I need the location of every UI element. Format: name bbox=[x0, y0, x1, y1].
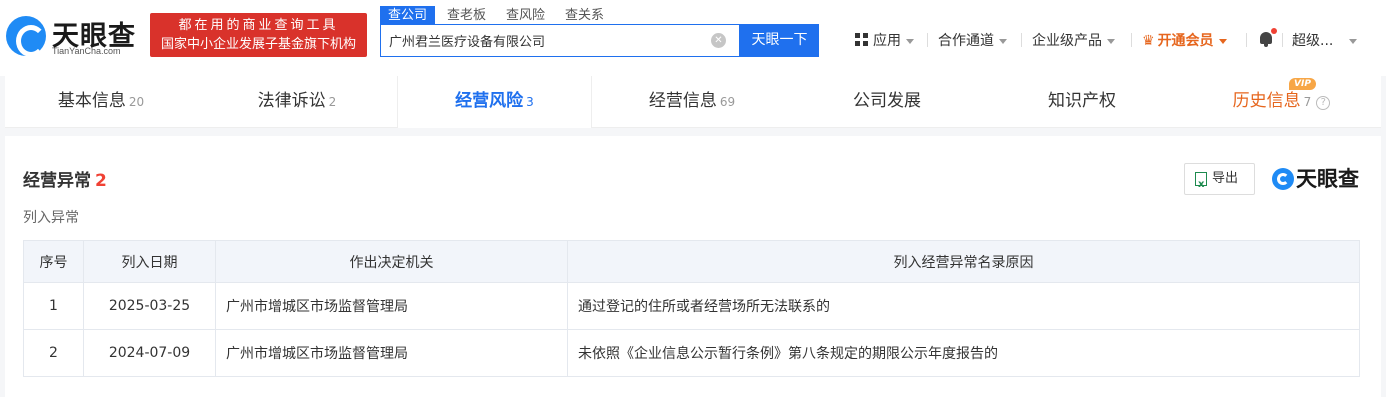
column-header-date: 列入日期 bbox=[83, 240, 216, 283]
export-label: 导出 bbox=[1212, 171, 1239, 186]
logo-icon bbox=[1272, 168, 1294, 190]
tab-basic-info[interactable]: 基本信息 20 bbox=[5, 76, 197, 128]
nav-channels[interactable]: 合作通道 bbox=[938, 30, 1007, 50]
tab-label: 知识产权 bbox=[1048, 91, 1116, 111]
abnormal-list-table: 序号 列入日期 作出决定机关 列入经营异常名录原因 1 2025-03-25 广… bbox=[23, 240, 1360, 377]
nav-enterprise[interactable]: 企业级产品 bbox=[1032, 30, 1115, 50]
tab-count: 3 bbox=[526, 95, 534, 109]
nav-divider bbox=[927, 33, 928, 47]
tab-label: 历史信息 bbox=[1232, 91, 1301, 111]
chevron-down-icon bbox=[1107, 38, 1115, 44]
tab-label: 经营风险 bbox=[455, 91, 524, 111]
section-count: 2 bbox=[95, 171, 107, 191]
abnormal-operation-section: 经营异常2 导出 天眼查 列入异常 序号 列入日期 作出决定机关 列入经营异常名… bbox=[5, 136, 1381, 397]
company-section-tabs: 基本信息 20 法律诉讼 2 经营风险 3 经营信息 69 公司发展 知识产权 历史信息… bbox=[5, 76, 1381, 128]
promo-line-1: 都在用的商业查询工具 bbox=[178, 18, 339, 33]
search-tab-boss[interactable]: 查老板 bbox=[439, 6, 494, 25]
chevron-down-icon bbox=[999, 38, 1007, 44]
row-index: 1 bbox=[23, 282, 84, 330]
row-authority: 广州市增城区市场监督管理局 bbox=[215, 329, 568, 377]
section-subtitle: 列入异常 bbox=[23, 210, 79, 226]
column-header-reason: 列入经营异常名录原因 bbox=[567, 240, 1360, 283]
chevron-down-icon bbox=[906, 38, 914, 44]
row-date: 2025-03-25 bbox=[83, 282, 216, 330]
promo-line-2: 国家中小企业发展子基金旗下机构 bbox=[160, 37, 356, 52]
nav-vip-label: 开通会员 bbox=[1157, 33, 1214, 49]
search-tab-risk[interactable]: 查风险 bbox=[498, 6, 553, 25]
row-date: 2024-07-09 bbox=[83, 329, 216, 377]
search-tab-company[interactable]: 查公司 bbox=[380, 6, 436, 25]
vip-badge: VIP bbox=[1289, 78, 1316, 90]
column-header-index: 序号 bbox=[23, 240, 84, 283]
search-type-tabs: 查公司 查老板 查风险 查关系 bbox=[380, 4, 616, 25]
tab-count: 69 bbox=[719, 95, 736, 109]
row-reason: 通过登记的住所或者经营场所无法联系的 bbox=[567, 282, 1360, 330]
tab-history[interactable]: 历史信息 7? VIP bbox=[1182, 76, 1381, 128]
tab-label: 公司发展 bbox=[853, 91, 921, 111]
section-title-text: 经营异常 bbox=[23, 171, 91, 191]
notification-bell-icon[interactable] bbox=[1257, 28, 1277, 48]
tab-label: 法律诉讼 bbox=[257, 91, 326, 111]
search-tab-relation[interactable]: 查关系 bbox=[557, 6, 612, 25]
watermark-logo: 天眼查 bbox=[1272, 163, 1359, 193]
clear-icon[interactable]: ✕ bbox=[711, 33, 726, 48]
tab-count: 20 bbox=[128, 95, 145, 109]
grid-icon bbox=[855, 33, 868, 46]
help-icon[interactable]: ? bbox=[1316, 96, 1331, 110]
tab-legal[interactable]: 法律诉讼 2 bbox=[197, 76, 397, 128]
section-title: 经营异常 2 bbox=[23, 166, 107, 191]
nav-enterprise-label: 企业级产品 bbox=[1032, 33, 1102, 49]
table-row: 1 2025-03-25 广州市增城区市场监督管理局 通过登记的住所或者经营场所… bbox=[23, 282, 1360, 330]
nav-apps-label: 应用 bbox=[873, 33, 901, 49]
crown-icon: ♛ bbox=[1142, 33, 1155, 49]
watermark-text: 天眼查 bbox=[1296, 167, 1359, 191]
row-reason: 未依照《企业信息公示暂行条例》第八条规定的期限公示年度报告的 bbox=[567, 329, 1360, 377]
tab-count: 2 bbox=[328, 95, 337, 109]
excel-icon bbox=[1195, 170, 1207, 200]
nav-divider bbox=[1021, 33, 1022, 47]
notification-dot bbox=[1271, 28, 1277, 34]
tab-business-info[interactable]: 经营信息 69 bbox=[592, 76, 792, 128]
nav-divider bbox=[1131, 33, 1132, 47]
site-logo[interactable]: 天眼查 TianYanCha.com bbox=[4, 10, 146, 62]
row-authority: 广州市增城区市场监督管理局 bbox=[215, 282, 568, 330]
table-header-row: 序号 列入日期 作出决定机关 列入经营异常名录原因 bbox=[23, 240, 1360, 283]
tab-company-development[interactable]: 公司发展 bbox=[792, 76, 982, 128]
row-index: 2 bbox=[23, 329, 84, 377]
tab-label: 经营信息 bbox=[648, 91, 717, 111]
search-button[interactable]: 天眼一下 bbox=[740, 24, 819, 57]
search-box: ✕ bbox=[380, 24, 740, 57]
top-bar: 天眼查 TianYanCha.com 都在用的商业查询工具 国家中小企业发展子基… bbox=[0, 0, 1386, 76]
export-button[interactable]: 导出 bbox=[1184, 163, 1255, 200]
user-name: 超级... bbox=[1292, 33, 1334, 49]
chevron-down-icon bbox=[1349, 38, 1358, 44]
column-header-authority: 作出决定机关 bbox=[215, 240, 568, 283]
tab-count: 7 bbox=[1303, 95, 1312, 109]
chevron-down-icon bbox=[1218, 38, 1227, 44]
table-row: 2 2024-07-09 广州市增城区市场监督管理局 未依照《企业信息公示暂行条… bbox=[23, 329, 1360, 377]
tab-intellectual-property[interactable]: 知识产权 bbox=[982, 76, 1182, 128]
nav-divider bbox=[1246, 33, 1247, 47]
logo-domain: TianYanCha.com bbox=[52, 46, 121, 56]
nav-channels-label: 合作通道 bbox=[938, 33, 994, 49]
search-input[interactable] bbox=[389, 25, 709, 56]
tab-operational-risk[interactable]: 经营风险 3 bbox=[397, 76, 592, 128]
nav-vip[interactable]: ♛ 开通会员 bbox=[1142, 30, 1227, 50]
tab-label: 基本信息 bbox=[57, 91, 126, 111]
promo-banner[interactable]: 都在用的商业查询工具 国家中小企业发展子基金旗下机构 bbox=[150, 13, 367, 57]
nav-divider bbox=[1282, 33, 1283, 47]
user-menu[interactable]: 超级... bbox=[1292, 30, 1358, 50]
logo-icon bbox=[6, 16, 46, 57]
nav-apps[interactable]: 应用 bbox=[855, 30, 914, 50]
